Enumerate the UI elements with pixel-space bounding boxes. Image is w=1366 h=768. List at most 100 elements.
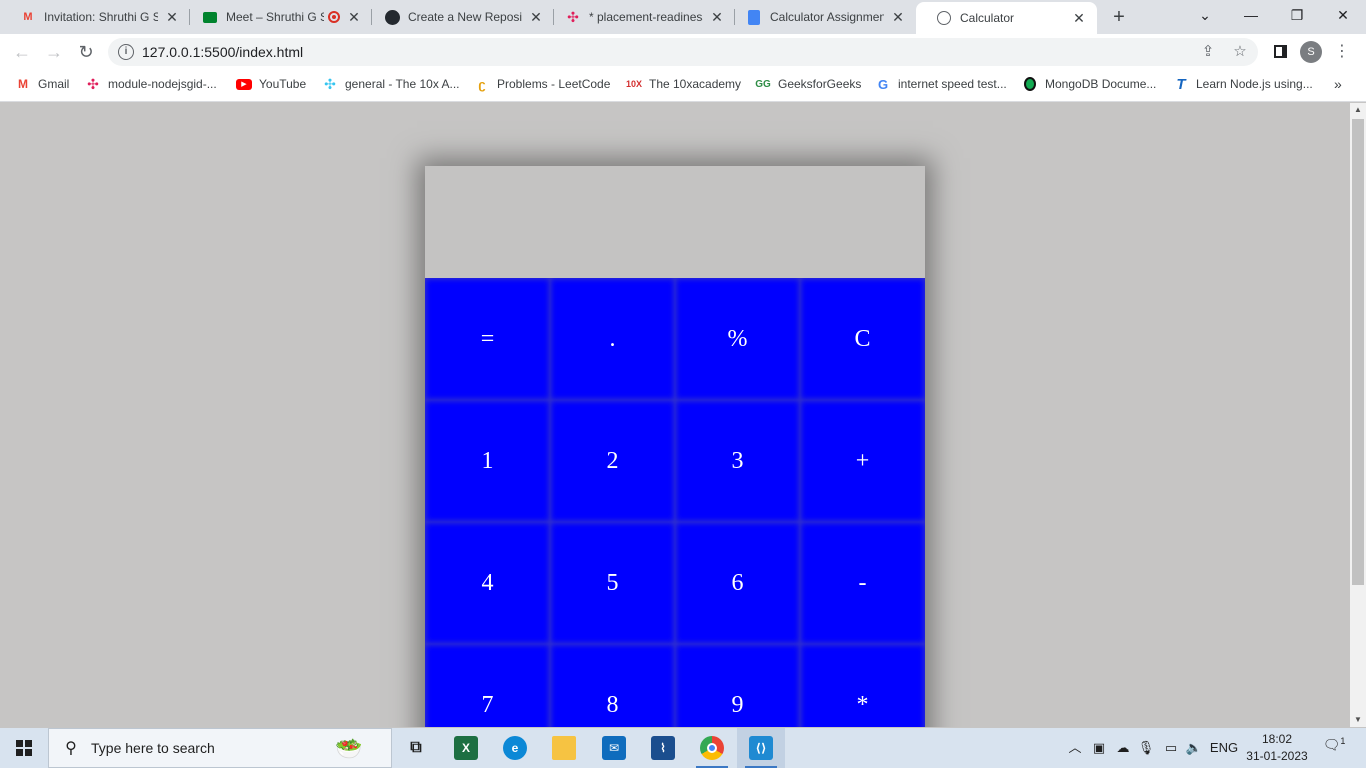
search-icon: ⚲ [65, 740, 77, 757]
bookmark-label: Problems - LeetCode [497, 77, 611, 91]
key-5[interactable]: 5 [550, 522, 675, 644]
back-arrow-icon[interactable]: ← [10, 40, 34, 64]
bookmark-speed-test[interactable]: G internet speed test... [875, 70, 1007, 98]
bookmark-youtube[interactable]: ▶ YouTube [236, 70, 306, 98]
avatar[interactable]: S [1300, 41, 1322, 63]
bookmark-learn-node[interactable]: T Learn Node.js using... [1173, 70, 1312, 98]
volume-icon[interactable]: 🔈 [1184, 728, 1204, 768]
bookmark-label: general - The 10x A... [345, 77, 460, 91]
key-9[interactable]: 9 [675, 644, 800, 727]
tab-calculator-assignment[interactable]: Calculator Assignment ✕ [726, 0, 916, 34]
taskbar-file-explorer[interactable] [540, 728, 588, 768]
key-7[interactable]: 7 [425, 644, 550, 727]
key-2[interactable]: 2 [550, 400, 675, 522]
tab-search-button[interactable]: ⌄ [1182, 0, 1228, 30]
bookmark-leetcode[interactable]: ʗ Problems - LeetCode [474, 70, 610, 98]
close-icon[interactable]: ✕ [1071, 10, 1087, 27]
key-3[interactable]: 3 [675, 400, 800, 522]
windows-logo-icon [16, 740, 32, 756]
taskbar-mail[interactable]: ✉ [590, 728, 638, 768]
bookmark-label: Gmail [38, 77, 70, 91]
scroll-down-arrow-icon[interactable]: ▼ [1350, 713, 1366, 727]
forward-arrow-icon[interactable]: → [42, 40, 66, 64]
bookmark-10xacademy[interactable]: 10X The 10xacademy [626, 70, 741, 98]
key-plus[interactable]: + [800, 400, 925, 522]
tab-github[interactable]: Create a New Reposito ✕ [364, 0, 554, 34]
battery-icon[interactable]: ▭ [1160, 728, 1182, 768]
bookmark-module-nodejs[interactable]: ✣ module-nodejsgid-... [85, 70, 217, 98]
bookmark-label: YouTube [259, 77, 307, 91]
key-clear[interactable]: C [800, 278, 925, 400]
excel-icon: X [454, 736, 478, 760]
taskbar-excel[interactable]: X [442, 728, 490, 768]
taskbar-clock[interactable]: 18:02 31-01-2023 [1244, 731, 1310, 765]
key-decimal[interactable]: . [550, 278, 675, 400]
slack-icon: ✣ [567, 8, 579, 25]
taskbar-search-box[interactable]: ⚲ Type here to search 🥗 [48, 728, 392, 768]
side-panel-icon[interactable] [1268, 40, 1292, 64]
url-text[interactable]: 127.0.0.1:5500/index.html [142, 38, 303, 66]
tab-invitation[interactable]: M Invitation: Shruthi G S ✕ [0, 0, 190, 34]
youtube-icon: ▶ [236, 76, 252, 92]
bookmark-label: module-nodejsgid-... [108, 77, 217, 91]
key-6[interactable]: 6 [675, 522, 800, 644]
recording-icon [328, 11, 340, 23]
calculator: = . % C 1 2 3 + 4 5 6 - 7 8 9 * [425, 166, 925, 727]
taskbar-wireshark[interactable]: ⌇ [639, 728, 687, 768]
scroll-up-arrow-icon[interactable]: ▲ [1350, 103, 1366, 117]
bookmark-label: GeeksforGeeks [778, 77, 862, 91]
site-info-icon[interactable]: i [118, 44, 134, 60]
page-scrollbar[interactable]: ▲ ▼ [1350, 103, 1366, 727]
bookmark-star-icon[interactable]: ☆ [1230, 42, 1250, 62]
microphone-icon[interactable]: 🎙 [1136, 728, 1156, 768]
close-icon[interactable]: ✕ [346, 9, 362, 26]
globe-icon [936, 10, 952, 26]
key-8[interactable]: 8 [550, 644, 675, 727]
taskbar-vscode[interactable]: ⟨⟩ [737, 728, 785, 768]
key-minus[interactable]: - [800, 522, 925, 644]
minimize-button[interactable]: — [1228, 0, 1274, 30]
notification-center-button[interactable]: 🗨1 [1320, 736, 1348, 760]
task-view-button[interactable]: ⧉ [392, 728, 440, 768]
folder-icon [552, 736, 576, 760]
scrollbar-thumb[interactable] [1352, 119, 1364, 585]
tab-meet[interactable]: Meet – Shruthi G S ✕ [182, 0, 372, 34]
key-equals[interactable]: = [425, 278, 550, 400]
share-icon[interactable]: ⇪ [1198, 42, 1218, 62]
reload-icon[interactable]: ↻ [74, 40, 98, 64]
mongodb-icon [1022, 76, 1038, 92]
key-percent[interactable]: % [675, 278, 800, 400]
taskbar-edge[interactable]: e [491, 728, 539, 768]
close-icon[interactable]: ✕ [890, 9, 906, 26]
key-4[interactable]: 4 [425, 522, 550, 644]
close-icon[interactable]: ✕ [164, 9, 180, 26]
chrome-icon [700, 736, 724, 760]
bookmarks-overflow-button[interactable]: » [1334, 70, 1342, 98]
show-hidden-icons-chevron-icon[interactable]: ︿ [1066, 728, 1084, 768]
meet-now-icon[interactable]: ▣ [1088, 728, 1110, 768]
address-bar[interactable]: i 127.0.0.1:5500/index.html ⇪ ☆ [108, 38, 1258, 66]
task-view-icon: ⧉ [410, 739, 422, 756]
language-indicator[interactable]: ENG [1208, 728, 1240, 768]
key-multiply[interactable]: * [800, 644, 925, 727]
tab-title: Calculator Assignment [770, 10, 884, 24]
new-tab-button[interactable]: + [1107, 5, 1131, 29]
tab-calculator[interactable]: Calculator ✕ [916, 2, 1097, 34]
window-close-button[interactable]: ✕ [1320, 0, 1366, 30]
slack-icon: ✣ [87, 75, 99, 92]
start-button[interactable] [0, 728, 48, 768]
bookmark-geeksforgeeks[interactable]: GG GeeksforGeeks [755, 70, 861, 98]
bookmark-mongodb[interactable]: MongoDB Docume... [1022, 70, 1156, 98]
clock-date: 31-01-2023 [1246, 749, 1308, 763]
restore-button[interactable]: ❐ [1274, 0, 1320, 30]
slack-icon: ✣ [324, 75, 336, 92]
close-icon[interactable]: ✕ [709, 9, 725, 26]
menu-kebab-icon[interactable]: ⋮ [1330, 40, 1354, 64]
bookmark-gmail[interactable]: M Gmail [15, 70, 69, 98]
close-icon[interactable]: ✕ [528, 9, 544, 26]
onedrive-cloud-icon[interactable]: ☁ [1112, 728, 1134, 768]
bookmark-general[interactable]: ✣ general - The 10x A... [322, 70, 460, 98]
taskbar-chrome[interactable] [688, 728, 736, 768]
tab-slack[interactable]: ✣ * placement-readiness ✕ [545, 0, 735, 34]
key-1[interactable]: 1 [425, 400, 550, 522]
